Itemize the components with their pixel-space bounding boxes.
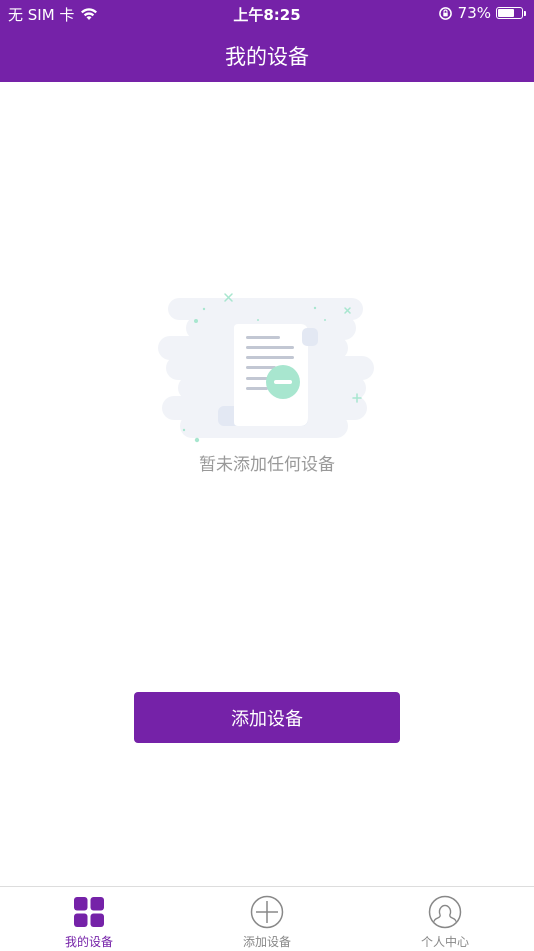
page-title: 我的设备 (225, 45, 309, 69)
tab-add-device[interactable]: 添加设备 (178, 887, 356, 951)
battery-percent: 73% (457, 4, 491, 22)
app-header: 无 SIM 卡 上午8:25 73% 我的设备 (0, 0, 534, 82)
tab-profile-label: 个人中心 (420, 935, 469, 949)
tab-my-devices[interactable]: 我的设备 (0, 887, 178, 951)
grid-icon (74, 897, 104, 927)
status-bar: 无 SIM 卡 上午8:25 73% (0, 0, 534, 28)
user-icon (428, 895, 462, 929)
add-device-button[interactable]: 添加设备 (134, 692, 400, 743)
empty-state-message: 暂未添加任何设备 (199, 455, 335, 475)
battery-tip (524, 10, 526, 16)
battery-level-fill (498, 9, 515, 17)
add-circle-icon (250, 895, 284, 929)
tab-my-devices-label: 我的设备 (64, 935, 113, 949)
status-right: 73% (438, 4, 526, 22)
tab-profile[interactable]: 个人中心 (356, 887, 534, 951)
empty-document-icon (158, 293, 374, 443)
tab-add-device-label: 添加设备 (242, 935, 291, 949)
rotation-lock-icon (438, 6, 452, 20)
tab-bar: 我的设备 添加设备 个人中心 (0, 886, 534, 951)
battery-icon (496, 7, 523, 19)
